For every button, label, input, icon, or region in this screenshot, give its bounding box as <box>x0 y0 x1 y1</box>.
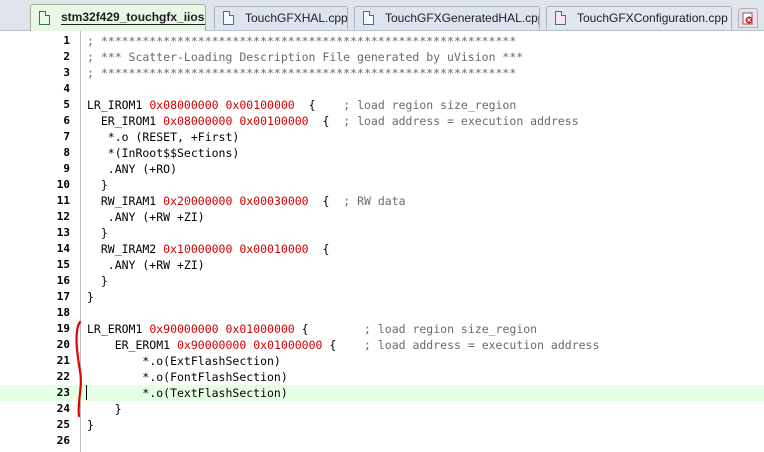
code-hex-number: 0x20000000 <box>163 194 233 208</box>
code-line[interactable]: 24 } <box>0 401 764 417</box>
code-token: { <box>322 338 364 352</box>
code-hex-number: 0x00100000 <box>225 98 295 112</box>
code-hex-number: 0x10000000 <box>163 242 233 256</box>
code-hex-number: 0x90000000 <box>149 322 219 336</box>
code-token: { <box>308 194 344 208</box>
tab-label: TouchGFXConfiguration.cpp <box>577 11 728 25</box>
code-token: { <box>308 242 330 256</box>
code-text: .ANY (+RW +ZI) <box>87 209 205 225</box>
tab-touchgfxconfiguration-cpp[interactable]: TouchGFXConfiguration.cpp <box>546 6 732 29</box>
code-text: RW_IRAM2 0x10000000 0x00010000 { <box>87 241 330 257</box>
code-line[interactable]: 17} <box>0 289 764 305</box>
code-hex-number: 0x00010000 <box>239 242 309 256</box>
code-hex-number: 0x00030000 <box>239 194 309 208</box>
code-line[interactable]: 23 *.o(TextFlashSection) <box>0 385 764 401</box>
code-line[interactable]: 1; *************************************… <box>0 33 764 49</box>
code-token: { <box>308 114 344 128</box>
file-icon <box>39 11 50 25</box>
code-token: *.o(ExtFlashSection) <box>87 354 281 368</box>
code-hex-number: 0x08000000 <box>163 114 233 128</box>
code-editor[interactable]: 1; *************************************… <box>0 31 764 452</box>
close-file-icon <box>742 12 753 25</box>
code-token: .ANY (+RW +ZI) <box>87 258 205 272</box>
code-line[interactable]: 13 } <box>0 225 764 241</box>
close-file-button[interactable] <box>738 8 758 28</box>
code-text: LR_IROM1 0x08000000 0x00100000 { ; load … <box>87 97 516 113</box>
code-token: *.o(FontFlashSection) <box>87 370 288 384</box>
code-line[interactable]: 4 <box>0 81 764 97</box>
code-line[interactable]: 9 .ANY (+RO) <box>0 161 764 177</box>
code-line[interactable]: 7 *.o (RESET, +First) <box>0 129 764 145</box>
code-text: .ANY (+RO) <box>87 161 177 177</box>
code-comment: ; load address = execution address <box>343 114 579 128</box>
code-line[interactable]: 14 RW_IRAM2 0x10000000 0x00010000 { <box>0 241 764 257</box>
code-token: ER_EROM1 <box>87 338 178 352</box>
code-comment: ; *** Scatter-Loading Description File g… <box>87 50 524 64</box>
code-token: .ANY (+RW +ZI) <box>87 210 205 224</box>
file-icon <box>363 11 374 25</box>
code-text: ; **************************************… <box>87 65 516 81</box>
editor-tab-bar: stm32f429_touchgfx_iios.sct TouchGFXHAL.… <box>0 0 764 31</box>
tab-label: TouchGFXGeneratedHAL.cpp <box>385 11 540 25</box>
code-line[interactable]: 2; *** Scatter-Loading Description File … <box>0 49 764 65</box>
code-text: LR_EROM1 0x90000000 0x01000000 { ; load … <box>87 321 537 337</box>
code-text: .ANY (+RW +ZI) <box>87 257 205 273</box>
code-line[interactable]: 15 .ANY (+RW +ZI) <box>0 257 764 273</box>
code-text: RW_IRAM1 0x20000000 0x00030000 { ; RW da… <box>87 193 406 209</box>
tab-touchgfxhal-cpp[interactable]: TouchGFXHAL.cpp <box>214 6 348 29</box>
code-hex-number: 0x01000000 <box>225 322 295 336</box>
code-line[interactable]: 12 .ANY (+RW +ZI) <box>0 209 764 225</box>
code-line[interactable]: 6 ER_IROM1 0x08000000 0x00100000 { ; loa… <box>0 113 764 129</box>
code-line[interactable]: 19 LR_EROM1 0x90000000 0x01000000 { ; loa… <box>0 321 764 337</box>
code-text: *(InRoot$$Sections) <box>87 145 240 161</box>
code-token: .ANY (+RO) <box>87 162 178 176</box>
code-text: ER_EROM1 0x90000000 0x01000000 { ; load … <box>87 337 600 353</box>
code-text: *.o(TextFlashSection) <box>87 385 288 401</box>
code-line[interactable]: 3; *************************************… <box>0 65 764 81</box>
code-hex-number: 0x01000000 <box>253 338 323 352</box>
code-comment: ; **************************************… <box>87 34 517 48</box>
code-comment: ; RW data <box>343 194 406 208</box>
code-text: ; *** Scatter-Loading Description File g… <box>87 49 523 65</box>
file-icon <box>223 11 234 25</box>
red-annotation-bracket <box>75 320 82 418</box>
code-line[interactable]: 16 } <box>0 273 764 289</box>
code-comment: ; **************************************… <box>87 66 517 80</box>
code-text: *.o(ExtFlashSection) <box>87 353 281 369</box>
code-line[interactable]: 18 <box>0 305 764 321</box>
code-line[interactable]: 11 RW_IRAM1 0x20000000 0x00030000 { ; RW… <box>0 193 764 209</box>
code-line[interactable]: 22 *.o(FontFlashSection) <box>0 369 764 385</box>
code-comment: ; load region size_region <box>364 322 538 336</box>
code-line[interactable]: 25} <box>0 417 764 433</box>
code-line[interactable]: 10 } <box>0 177 764 193</box>
code-hex-number: 0x00100000 <box>239 114 309 128</box>
code-line[interactable]: 21 *.o(ExtFlashSection) <box>0 353 764 369</box>
code-text: ER_IROM1 0x08000000 0x00100000 { ; load … <box>87 113 579 129</box>
code-token: { <box>294 98 344 112</box>
code-comment: ; load region size_region <box>343 98 517 112</box>
file-icon <box>555 11 566 25</box>
code-hex-number: 0x90000000 <box>177 338 247 352</box>
code-text: *.o (RESET, +First) <box>87 129 240 145</box>
code-line[interactable]: 20 ER_EROM1 0x90000000 0x01000000 { ; lo… <box>0 337 764 353</box>
code-line[interactable]: 26 <box>0 433 764 449</box>
code-comment: ; load address = execution address <box>364 338 600 352</box>
code-text: ; **************************************… <box>87 33 516 49</box>
code-line[interactable]: 5 LR_IROM1 0x08000000 0x00100000 { ; load… <box>0 97 764 113</box>
code-text: *.o(FontFlashSection) <box>87 369 288 385</box>
code-token: *.o (RESET, +First) <box>87 130 240 144</box>
code-token: { <box>294 322 364 336</box>
code-token: *.o(TextFlashSection) <box>87 386 288 400</box>
tab-stm32f429-sct[interactable]: stm32f429_touchgfx_iios.sct <box>30 4 206 31</box>
tab-label: TouchGFXHAL.cpp <box>245 11 348 25</box>
tab-label: stm32f429_touchgfx_iios.sct <box>61 11 205 25</box>
code-line[interactable]: 8 *(InRoot$$Sections) <box>0 145 764 161</box>
code-token: *(InRoot$$Sections) <box>87 146 240 160</box>
code-hex-number: 0x08000000 <box>149 98 219 112</box>
tab-touchgfxgeneratedhal-cpp[interactable]: TouchGFXGeneratedHAL.cpp <box>354 6 540 29</box>
